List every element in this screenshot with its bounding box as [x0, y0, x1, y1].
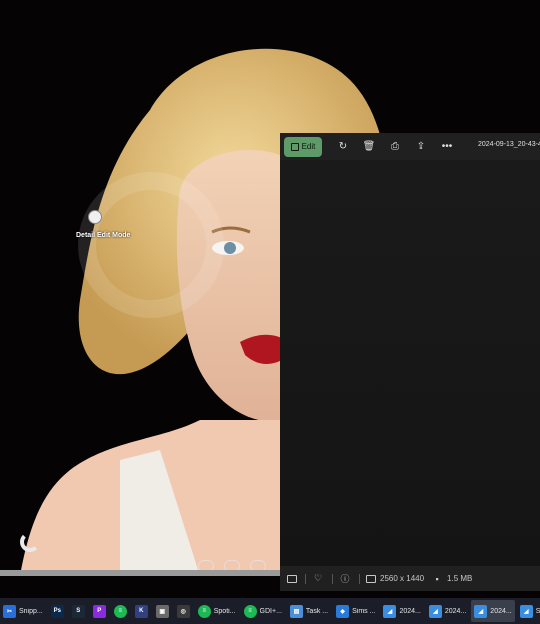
print-icon[interactable]: ⎙ [382, 133, 408, 160]
viewer-toolbar: Edit ↻ 🗑 ⎙ ⇪ ••• 2024-09-13_20-43-4 [280, 133, 540, 160]
status-divider [359, 573, 360, 584]
taskbar-item[interactable]: K [132, 600, 151, 622]
info-icon[interactable]: ⓘ [339, 574, 351, 584]
photos-icon: ◢ [383, 604, 397, 618]
paint-app-icon: P [92, 604, 106, 618]
taskbar: ✂ Snipp... Ps S P ≡ K ▣ ◎ ≡ Spoti... ≡ GDI+... ▤ Task … [0, 598, 540, 624]
game-app-icon: ▣ [155, 604, 169, 618]
k-app-icon: K [134, 604, 148, 618]
taskbar-item-label: Scree... [535, 607, 540, 615]
fit-icon[interactable] [287, 574, 297, 583]
taskbar-item-label: 2024... [490, 607, 512, 615]
edit-pen-icon [290, 142, 299, 151]
taskbar-item[interactable]: Ps [48, 600, 67, 622]
taskbar-item-label: Sims ... [352, 607, 376, 615]
spotify-icon: ≡ [197, 604, 211, 618]
photoshop-icon: Ps [50, 604, 64, 618]
taskbar-item[interactable]: ◢ 2024... [380, 600, 423, 622]
spotify-icon: ≡ [243, 604, 257, 618]
taskbar-item-label: 2024... [444, 607, 467, 615]
photo-viewer-window: Edit ↻ 🗑 ⎙ ⇪ ••• 2024-09-13_20-43-4 ♡ ⓘ … [280, 133, 540, 591]
share-icon[interactable]: ⇪ [408, 133, 434, 160]
image-dimensions: 2560 x 1440 [380, 574, 425, 583]
task-manager-icon: ▤ [289, 604, 303, 618]
delete-icon[interactable]: 🗑 [356, 133, 382, 160]
photos-icon: ◢ [519, 604, 533, 618]
obs-icon: ◎ [176, 604, 190, 618]
edit-button-label: Edit [301, 142, 316, 151]
file-size: 1.5 MB [447, 574, 473, 583]
taskbar-item[interactable]: ≡ GDI+... [241, 600, 285, 622]
steam-icon: S [71, 604, 85, 618]
taskbar-item[interactable]: ◆ Sims ... [333, 600, 378, 622]
edit-button[interactable]: Edit [284, 136, 322, 157]
taskbar-item-label: Spoti... [213, 607, 236, 615]
status-divider [305, 573, 306, 584]
detail-edit-mode-icon[interactable] [88, 210, 102, 224]
taskbar-item[interactable]: ◢ 2024... [426, 600, 469, 622]
taskbar-item[interactable]: ◎ [174, 600, 193, 622]
taskbar-item[interactable]: ◢Scree... [517, 600, 540, 622]
viewer-photo [280, 160, 540, 570]
sims-icon: ◆ [336, 604, 350, 618]
photos-icon: ◢ [428, 604, 442, 618]
detail-edit-mode-label: Detail Edit Mode [76, 232, 131, 239]
taskbar-item-label: GDI+... [259, 607, 282, 615]
taskbar-item[interactable]: S [69, 600, 88, 622]
edit-mode-ring [78, 172, 224, 318]
rotate-icon[interactable]: ↻ [330, 133, 356, 160]
taskbar-item[interactable]: P [90, 600, 109, 622]
taskbar-item-label: 2024... [399, 607, 421, 615]
taskbar-item[interactable]: ◢ 2024... [471, 600, 515, 622]
taskbar-item[interactable]: ≡ Spoti... [195, 600, 239, 622]
snipping-tool-icon: ✂ [3, 604, 16, 618]
file-name: 2024-09-13_20-43-4 [478, 141, 540, 148]
taskbar-item[interactable]: ≡ [111, 600, 130, 622]
favorite-icon[interactable]: ♡ [312, 573, 324, 584]
game-bottom-bar [0, 570, 280, 576]
rotate-left-arrow-icon[interactable] [20, 532, 40, 552]
status-divider [332, 573, 333, 584]
taskbar-item[interactable]: ✂ Snipp... [0, 600, 46, 622]
taskbar-item-label: Task ... [305, 607, 329, 615]
disk-icon: ▪ [435, 573, 439, 584]
more-icon[interactable]: ••• [434, 133, 460, 160]
taskbar-item[interactable]: ▤ Task ... [287, 600, 331, 622]
taskbar-item[interactable]: ▣ [153, 600, 172, 622]
spotify-icon: ≡ [113, 604, 127, 618]
photos-icon: ◢ [474, 604, 488, 618]
taskbar-item-label: Snipp... [19, 607, 43, 615]
image-size-icon [366, 574, 376, 583]
viewer-status-bar: ♡ ⓘ 2560 x 1440 ▪ 1.5 MB [280, 566, 540, 591]
